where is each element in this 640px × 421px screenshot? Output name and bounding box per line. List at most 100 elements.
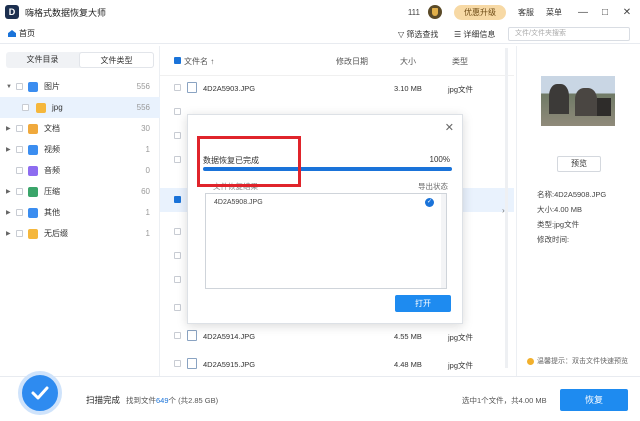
row-checkbox[interactable] [174,108,181,115]
table-row[interactable]: 4D2A5915.JPG 4.48 MB jpg文件 [160,352,514,376]
scan-status: 扫描完成 [86,395,121,405]
tree-item-jpg[interactable]: jpg 556 [0,97,160,118]
menu-link[interactable]: 菜单 [546,7,562,18]
tree-count: 30 [141,124,150,133]
checkbox[interactable] [16,209,23,216]
image-thumbnail[interactable] [541,76,615,126]
close-icon[interactable]: ✕ [618,7,636,18]
view-tabs: 文件目录 文件类型 [6,52,154,68]
col-name-header[interactable]: 文件名 ↑ [184,56,214,67]
row-checkbox[interactable] [174,196,181,203]
expand-right-icon[interactable]: ▶ [6,209,11,216]
file-type: jpg文件 [448,333,474,342]
table-header: 文件名 ↑ 修改日期 大小 类型 [160,46,514,76]
lightbulb-icon [527,357,534,365]
document-icon [28,123,38,134]
tree-label: 音频 [44,166,60,175]
left-panel: 文件目录 文件类型 ▼ 图片 556 jpg 556 ▶ 文档 30 ▶ 视频 [0,46,160,376]
detail-panel: 预览 名称:4D2A5908.JPG 大小:4.00 MB 类型:jpg文件 修… [516,46,640,376]
file-name: 4D2A5915.JPG [203,360,256,369]
row-checkbox[interactable] [174,252,181,259]
row-checkbox[interactable] [174,132,181,139]
tree-label: 图片 [44,82,60,91]
checkbox[interactable] [16,83,23,90]
expand-right-icon[interactable]: ▶ [6,125,11,132]
tree-count: 1 [145,145,150,154]
found-suffix: 个 (共2.85 GB) [168,396,219,405]
tree-label: 文档 [44,124,60,133]
row-checkbox[interactable] [174,276,181,283]
service-link[interactable]: 客服 [518,7,534,18]
toolbar: 首页 ▽ 筛选查找 ☰ 详细信息 文件/文件夹搜索 [0,24,640,44]
list-icon: ☰ [454,30,464,39]
close-icon[interactable]: ✕ [445,121,454,134]
shield-icon[interactable] [428,5,442,19]
col-type-header[interactable]: 类型 [452,56,468,67]
checkbox[interactable] [16,188,23,195]
tree-count: 556 [136,103,150,112]
tree-label: 视频 [44,145,60,154]
app-logo: D [5,5,19,19]
row-checkbox[interactable] [174,228,181,235]
minimize-icon[interactable]: — [574,7,592,18]
tip: 温馨提示：双击文件快速预览 [527,356,628,366]
col-size-header[interactable]: 大小 [400,56,416,67]
tree-item-documents[interactable]: ▶ 文档 30 [0,118,160,139]
row-checkbox[interactable] [174,84,181,91]
file-name: 4D2A5914.JPG [203,332,256,341]
preview-button[interactable]: 预览 [557,156,601,172]
expand-down-icon[interactable]: ▼ [6,84,12,90]
row-checkbox[interactable] [174,304,181,311]
expand-right-icon[interactable]: ▶ [6,230,11,237]
tree-item-audio[interactable]: 音频 0 [0,160,160,181]
checkbox[interactable] [22,104,29,111]
open-button[interactable]: 打开 [395,295,451,312]
search-input[interactable]: 文件/文件夹搜索 [508,27,630,41]
checkbox[interactable] [16,230,23,237]
table-row[interactable]: 4D2A5914.JPG 4.55 MB jpg文件 [160,324,514,348]
type-tree: ▼ 图片 556 jpg 556 ▶ 文档 30 ▶ 视频 1 音频 0 ▶ 压… [0,76,160,244]
row-checkbox[interactable] [174,156,181,163]
upgrade-button[interactable]: 优惠升级 [454,4,506,20]
home-icon [8,30,16,37]
detail-type: 类型:jpg文件 [537,220,580,229]
detail-button[interactable]: ☰ 详细信息 [454,29,495,40]
expand-right-icon[interactable]: ▶ [6,146,11,153]
checkbox[interactable] [16,125,23,132]
home-button[interactable]: 首页 [8,28,35,39]
table-row[interactable]: 4D2A5903.JPG 3.10 MB jpg文件 [160,76,514,100]
tree-item-video[interactable]: ▶ 视频 1 [0,139,160,160]
scrollbar[interactable] [505,48,508,368]
export-status-link[interactable]: 导出状态 [418,181,448,192]
tab-file-directory[interactable]: 文件目录 [6,52,79,68]
file-icon [28,207,38,218]
detail-modified: 修改时间: [537,235,570,244]
scrollbar[interactable] [441,194,446,288]
row-checkbox[interactable] [174,360,181,367]
collapse-panel-icon[interactable]: › [502,206,505,215]
user-count: 111 [407,7,420,17]
image-file-icon [187,330,197,341]
found-prefix: 找到文件 [126,396,156,405]
recover-button[interactable]: 恢复 [560,389,628,411]
maximize-icon[interactable]: □ [596,7,614,18]
filter-button[interactable]: ▽ 筛选查找 [398,29,438,40]
highlight-box [197,136,301,187]
tree-item-images[interactable]: ▼ 图片 556 [0,76,160,97]
select-all-checkbox[interactable] [174,57,181,64]
checkbox[interactable] [16,167,23,174]
tab-file-type[interactable]: 文件类型 [79,52,154,68]
row-checkbox[interactable] [174,332,181,339]
tree-count: 60 [141,187,150,196]
expand-right-icon[interactable]: ▶ [6,188,11,195]
tree-item-no-extension[interactable]: ▶ 无后缀 1 [0,223,160,244]
success-check-icon: ✓ [425,198,434,207]
checkbox[interactable] [16,146,23,153]
image-icon [28,81,38,92]
tree-label: jpg [52,103,63,112]
home-label: 首页 [19,29,35,38]
result-file: 4D2A5908.JPG [214,199,263,206]
tree-item-other[interactable]: ▶ 其他 1 [0,202,160,223]
col-date-header[interactable]: 修改日期 [336,56,368,67]
tree-item-archives[interactable]: ▶ 压缩 60 [0,181,160,202]
